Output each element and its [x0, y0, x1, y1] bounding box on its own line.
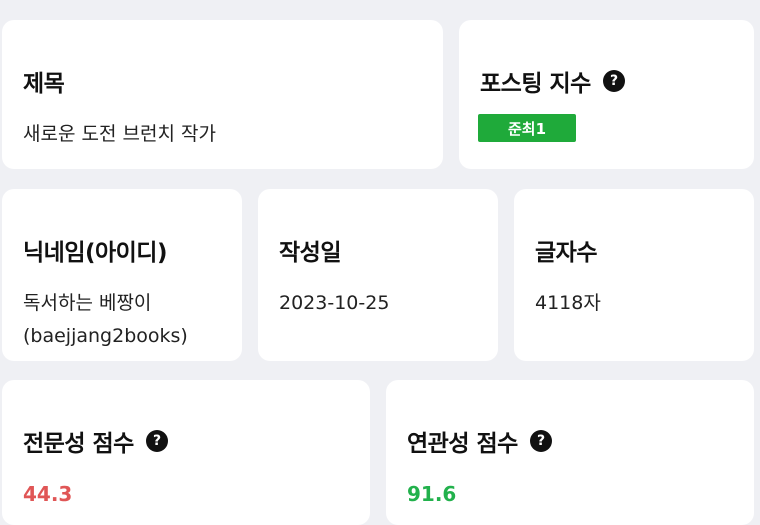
- nickname-value: 독서하는 베짱이 (baejjang2books): [23, 287, 188, 353]
- expertise-score-value: 44.3: [23, 482, 73, 506]
- title-label: 제목: [23, 71, 65, 97]
- relevance-heading: 연관성 점수 ?: [407, 424, 552, 458]
- nickname-label: 닉네임(아이디): [23, 240, 167, 266]
- relevance-score-card: 연관성 점수 ? 91.6: [386, 380, 754, 525]
- question-circle-icon[interactable]: ?: [602, 70, 625, 92]
- charcount-label: 글자수: [535, 240, 597, 266]
- charcount-card: 글자수 4118자: [514, 189, 754, 361]
- nickname-card: 닉네임(아이디) 독서하는 베짱이 (baejjang2books): [2, 189, 242, 361]
- question-circle-icon[interactable]: ?: [529, 430, 552, 452]
- posting-index-label: 포스팅 지수: [480, 71, 591, 97]
- question-circle-icon[interactable]: ?: [145, 430, 168, 452]
- date-label: 작성일: [279, 240, 341, 266]
- posting-index-badge: 준최1: [478, 114, 576, 142]
- title-card: 제목 새로운 도전 브런치 작가: [2, 20, 443, 169]
- relevance-label: 연관성 점수: [407, 431, 518, 457]
- posting-index-card: 포스팅 지수 ? 준최1: [459, 20, 754, 169]
- charcount-value: 4118자: [535, 292, 601, 314]
- expertise-label: 전문성 점수: [23, 431, 134, 457]
- title-value: 새로운 도전 브런치 작가: [23, 123, 216, 145]
- date-card: 작성일 2023-10-25: [258, 189, 498, 361]
- relevance-score-value: 91.6: [407, 482, 457, 506]
- nickname-id: (baejjang2books): [23, 325, 188, 347]
- post-analysis-page: 제목 새로운 도전 브런치 작가 포스팅 지수 ? 준최1 닉네임(아이디) 독…: [0, 0, 760, 525]
- expertise-score-card: 전문성 점수 ? 44.3: [2, 380, 370, 525]
- posting-index-heading: 포스팅 지수 ?: [480, 64, 625, 98]
- expertise-heading: 전문성 점수 ?: [23, 424, 168, 458]
- nickname-name: 독서하는 베짱이: [23, 292, 152, 314]
- date-value: 2023-10-25: [279, 292, 390, 314]
